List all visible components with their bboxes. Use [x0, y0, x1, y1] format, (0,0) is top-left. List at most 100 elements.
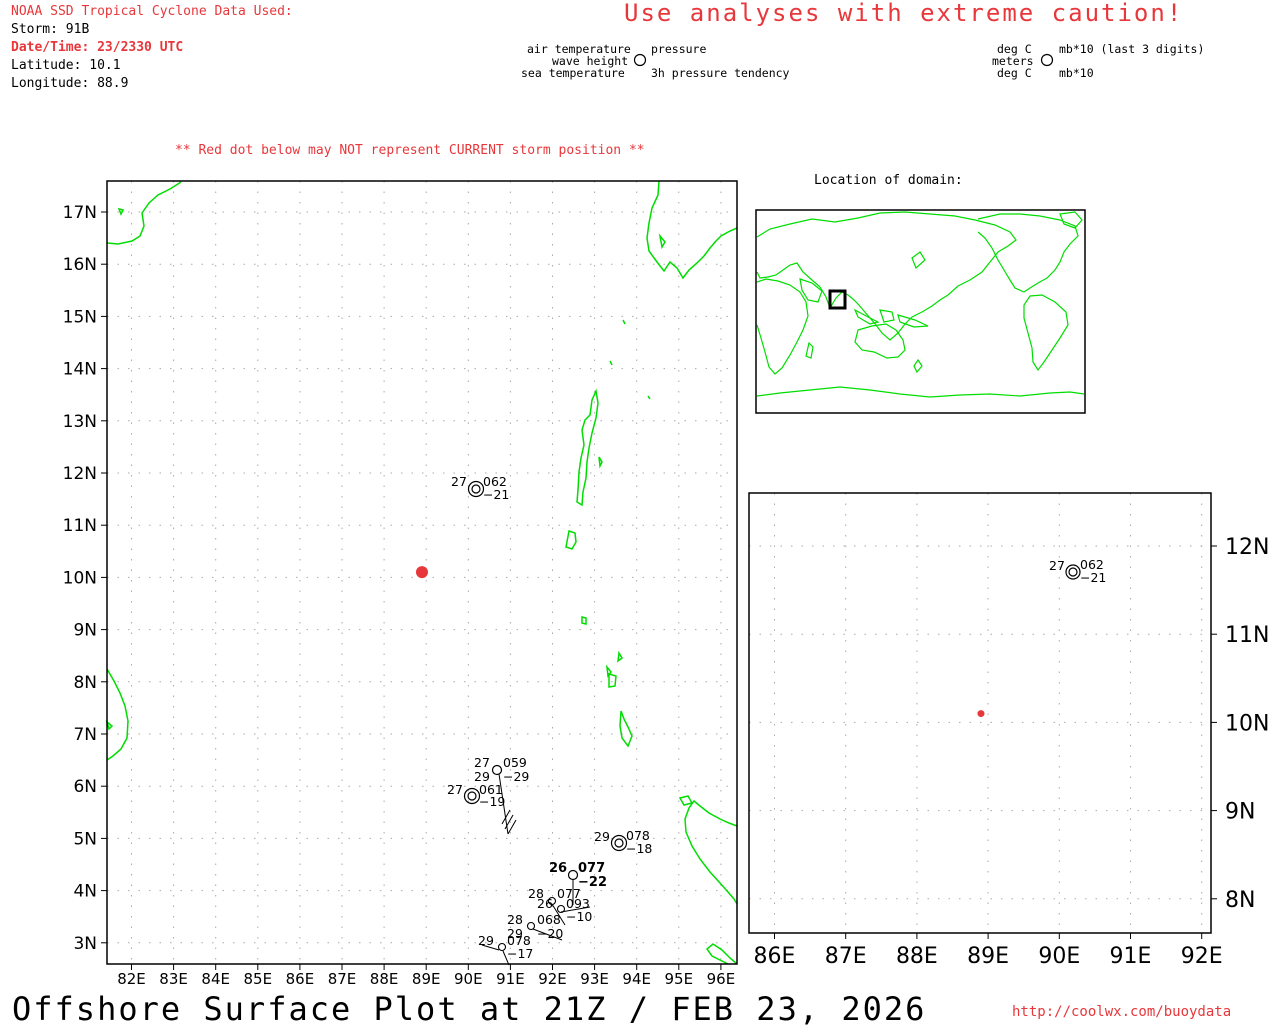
coast-islet: [598, 456, 603, 469]
obs-tendency: −20: [537, 926, 563, 941]
coast-islet: [658, 233, 666, 250]
lat-label: 10N: [63, 568, 97, 588]
zoom-storm-position-dot: [977, 710, 985, 718]
lat-label: 5N: [73, 829, 97, 849]
lon-label: 90E: [1038, 944, 1080, 969]
coast-islet: [117, 207, 125, 216]
inset-indonesia-borneo: [879, 309, 895, 323]
lon-label: 89E: [967, 944, 1009, 969]
inset-domain-box: [828, 289, 847, 310]
lon-label: 89E: [412, 970, 441, 988]
obs-pressure: 077: [578, 861, 605, 876]
zoom-map-lat-labels: 12N 11N 10N 9N 8N: [1225, 535, 1269, 913]
storm-position-dot: [415, 566, 428, 579]
station-obs-3n: 29 078 −17: [478, 933, 533, 966]
lat-label: 14N: [63, 360, 97, 380]
zoom-station-obs: 27 062 −21: [1049, 557, 1106, 585]
inset-antarctica: [756, 386, 1085, 398]
legend-units-circle: [1040, 53, 1054, 67]
lat-label: 16N: [63, 255, 97, 275]
lon-label: 83E: [159, 970, 188, 988]
coast-sri-lanka-north: [106, 181, 182, 245]
lon-label: 82E: [117, 970, 146, 988]
lat-label: 17N: [63, 203, 97, 223]
lon-label: 93E: [580, 970, 609, 988]
lon-label: 95E: [665, 970, 694, 988]
lon-label: 92E: [1181, 944, 1223, 969]
obs-air-temp: 26: [537, 896, 553, 911]
obs-air-temp: 27: [451, 474, 467, 489]
coast-car-nicobar: [581, 616, 587, 625]
lon-label: 84E: [201, 970, 230, 988]
coast-myanmar: [646, 180, 738, 280]
lon-label: 91E: [1110, 944, 1152, 969]
inset-indonesia-sumatra: [853, 308, 880, 325]
coast-great-nicobar: [619, 710, 633, 748]
inset-new-zealand: [913, 358, 923, 374]
main-map: 17N 16N 15N 14N 13N 12N 11N 10N 9N 8N 7N 6N 5N 4N 3N 8…: [63, 180, 738, 988]
lon-label: 87E: [328, 970, 357, 988]
station-obs-12n: 27 062 −21: [451, 474, 509, 502]
obs-pressure: 059: [503, 755, 527, 770]
inset-eurasia: [756, 211, 1017, 341]
inset-north-america: [977, 213, 1079, 293]
inset-frame: [755, 209, 1086, 414]
zoom-map: 12N 11N 10N 9N 8N 86E 87E 88E 89E 90E 91E 92E 27 0…: [748, 492, 1269, 969]
lat-label: 13N: [63, 412, 97, 432]
lat-label: 8N: [73, 673, 97, 693]
inset-madagascar: [805, 341, 814, 359]
obs-air-temp: 27: [474, 755, 490, 770]
obs-tendency: −17: [507, 946, 533, 961]
obs-air-temp: 29: [594, 829, 610, 844]
lat-label: 12N: [63, 464, 97, 484]
lat-label: 3N: [73, 934, 97, 954]
obs-tendency: −18: [626, 841, 652, 856]
coast-islet: [617, 650, 623, 663]
lat-label: 11N: [63, 516, 97, 536]
main-map-lat-labels: 17N 16N 15N 14N 13N 12N 11N 10N 9N 8N 7N 6N 5N 4N 3N: [63, 203, 97, 954]
coast-sumatra-north: [684, 799, 738, 905]
lat-label: 11N: [1225, 623, 1269, 648]
obs-tendency: −29: [503, 769, 529, 784]
inset-greenland: [1059, 211, 1083, 229]
inset-coastlines: [756, 211, 1085, 398]
lon-label: 85E: [244, 970, 273, 988]
lat-label: 8N: [1225, 888, 1255, 913]
inset-south-america: [1023, 294, 1069, 372]
obs-tendency: −21: [1080, 570, 1106, 585]
station-obs-5n: 29 078 −18: [594, 828, 652, 856]
lat-label: 9N: [1225, 800, 1255, 825]
obs-air-temp: 27: [447, 782, 463, 797]
lon-label: 87E: [825, 944, 867, 969]
lat-label: 6N: [73, 777, 97, 797]
lon-label: 88E: [896, 944, 938, 969]
lon-label: 94E: [622, 970, 651, 988]
zoom-map-lon-labels: 86E 87E 88E 89E 90E 91E 92E: [754, 944, 1223, 969]
lon-label: 91E: [496, 970, 525, 988]
obs-tendency: −10: [566, 909, 592, 924]
coast-little-andaman: [565, 530, 577, 550]
inset-world-map: [755, 209, 1086, 414]
coast-islet: [622, 319, 626, 325]
lat-label: 9N: [73, 621, 97, 641]
obs-tendency: −22: [578, 875, 607, 890]
map-canvas: 17N 16N 15N 14N 13N 12N 11N 10N 9N 8N 7N 6N 5N 4N 3N 8…: [63, 53, 1269, 988]
lon-label: 88E: [370, 970, 399, 988]
inset-australia: [854, 323, 906, 359]
lon-label: 86E: [286, 970, 315, 988]
inset-africa: [756, 278, 809, 375]
lat-label: 12N: [1225, 535, 1269, 560]
coast-nicobar-central: [608, 673, 617, 688]
inset-japan: [911, 251, 926, 270]
coast-weh-island: [678, 795, 694, 806]
obs-pressure: 068: [537, 912, 561, 927]
lat-label: 10N: [1225, 711, 1269, 736]
coast-sumatra-south: [705, 943, 738, 965]
lat-label: 7N: [73, 725, 97, 745]
obs-air-temp: 26: [549, 861, 567, 876]
station-obs-6n-south: 27 061 −19: [447, 782, 505, 809]
lat-label: 15N: [63, 307, 97, 327]
coast-sri-lanka-east: [106, 668, 129, 761]
coast-andaman-islands: [576, 388, 599, 507]
obs-air-temp: 29: [478, 933, 494, 948]
